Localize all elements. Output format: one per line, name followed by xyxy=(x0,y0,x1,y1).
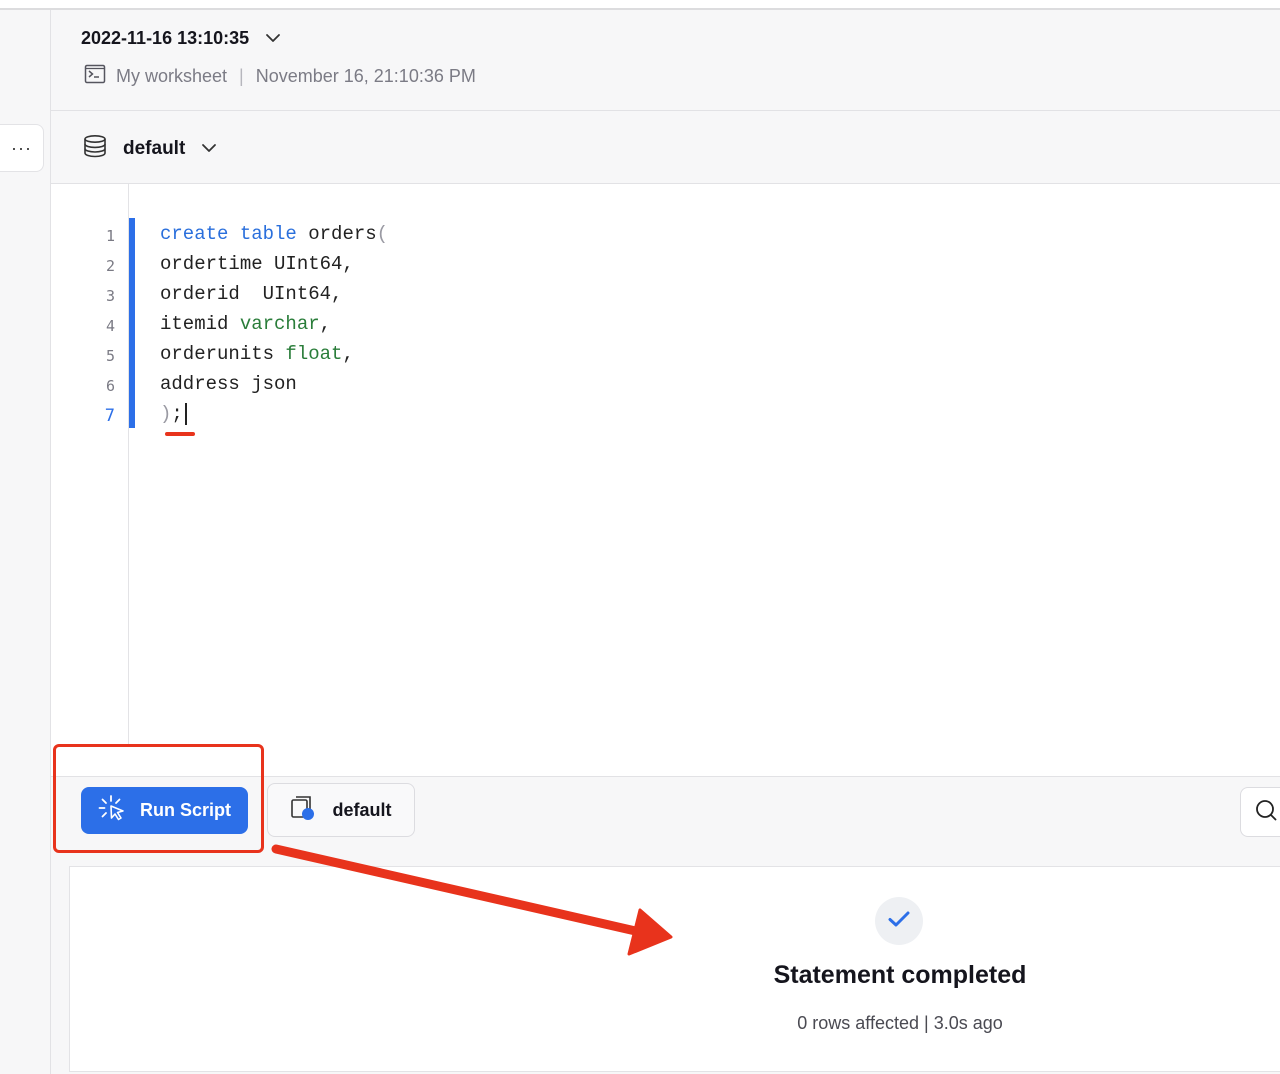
chevron-down-icon[interactable] xyxy=(201,140,217,158)
code-line[interactable]: address json xyxy=(160,369,388,399)
details-separator: | xyxy=(924,1013,929,1033)
code-token: itemid xyxy=(160,313,240,335)
title-row: 2022-11-16 13:10:35 xyxy=(81,28,281,49)
sql-editor[interactable]: 1 2 3 4 5 6 7 create table orders( ordertime UI… xyxy=(51,184,1280,777)
search-button[interactable] xyxy=(1240,787,1280,837)
code-token: ordertime UInt64, xyxy=(160,253,354,275)
run-script-button[interactable]: Run Script xyxy=(81,787,248,834)
code-line[interactable]: create table orders( xyxy=(160,219,388,249)
window-top-edge xyxy=(0,0,1280,10)
line-numbers: 1 2 3 4 5 6 7 xyxy=(91,221,115,431)
code-token: varchar xyxy=(239,313,320,335)
code-token: ) xyxy=(160,403,172,425)
status-title: Statement completed xyxy=(773,961,1027,989)
database-label: default xyxy=(123,137,186,159)
line-number: 3 xyxy=(105,287,115,305)
worksheet-header: 2022-11-16 13:10:35 My worksheet | Novem… xyxy=(51,10,1280,111)
line-number: 6 xyxy=(105,377,115,395)
code-token: orderid UInt64, xyxy=(160,283,343,305)
code-line[interactable]: orderid UInt64, xyxy=(160,279,388,309)
code-token: orderunits xyxy=(160,343,286,365)
editor-toolbar: Run Script default xyxy=(51,777,1280,865)
terminal-icon xyxy=(84,64,106,89)
warehouse-icon xyxy=(290,795,316,826)
worksheet-meta: My worksheet | November 16, 21:10:36 PM xyxy=(84,64,476,89)
code-token: , xyxy=(342,343,354,365)
code-line[interactable]: itemid varchar, xyxy=(160,309,388,339)
database-icon xyxy=(83,134,107,163)
rows-affected: 0 rows affected xyxy=(797,1013,919,1033)
meta-separator: | xyxy=(239,66,244,86)
selection-indicator xyxy=(129,218,135,428)
database-bar: default xyxy=(51,111,1280,184)
code-token: address json xyxy=(160,373,297,395)
more-icon: ··· xyxy=(11,137,32,158)
code-line[interactable]: ); xyxy=(160,399,388,429)
check-icon xyxy=(888,910,910,933)
code-token: ( xyxy=(376,223,389,245)
line-number: 5 xyxy=(105,347,115,365)
code-token: float xyxy=(285,343,343,365)
worksheet-title: 2022-11-16 13:10:35 xyxy=(81,28,250,48)
spark-cursor-icon xyxy=(98,794,126,827)
status-indicator xyxy=(875,897,923,945)
results-panel: Statement completed 0 rows affected | 3.… xyxy=(69,866,1280,1072)
run-script-label: Run Script xyxy=(139,800,231,820)
code-token: ; xyxy=(171,403,183,425)
line-number: 2 xyxy=(105,257,115,275)
code-token: , xyxy=(319,313,332,335)
code-token: create xyxy=(160,223,229,245)
warehouse-selector[interactable]: default xyxy=(267,783,415,837)
worksheet-name: My worksheet xyxy=(116,66,228,86)
worksheet-timestamp: November 16, 21:10:36 PM xyxy=(255,66,476,86)
annotation-underline xyxy=(165,432,195,436)
line-number: 1 xyxy=(105,227,115,245)
search-icon xyxy=(1254,798,1278,827)
code-content[interactable]: create table orders( ordertime UInt64, ord… xyxy=(160,219,388,429)
warehouse-label: default xyxy=(332,799,392,820)
more-options-button[interactable]: ··· xyxy=(0,124,44,172)
code-line[interactable]: ordertime UInt64, xyxy=(160,249,388,279)
line-number: 7 xyxy=(104,406,115,426)
line-number: 4 xyxy=(105,317,115,335)
text-caret xyxy=(184,402,187,425)
database-selector[interactable]: default xyxy=(83,134,217,163)
chevron-down-icon[interactable] xyxy=(265,30,281,48)
code-token: table xyxy=(239,223,297,245)
code-line[interactable]: orderunits float, xyxy=(160,339,388,369)
status-details: 0 rows affected | 3.0s ago xyxy=(650,1013,1150,1034)
code-token: orders xyxy=(296,223,377,245)
elapsed-time: 3.0s ago xyxy=(933,1013,1003,1033)
